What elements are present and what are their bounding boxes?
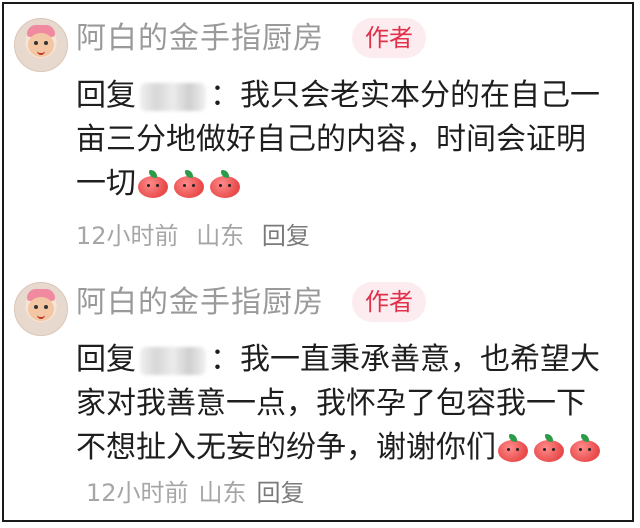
author-badge: 作者: [352, 18, 426, 58]
comment-meta: 12小时前 山东 回复: [86, 479, 315, 507]
author-badge: 作者: [352, 282, 426, 322]
comment-location: 山东: [198, 479, 247, 507]
comment-time: 12小时前: [86, 479, 189, 507]
avatar[interactable]: [14, 18, 68, 72]
comment-body: 回复 ：我只会老实本分的在自己一亩三分地做好自己的内容，时间会证明一切: [76, 74, 608, 206]
avatar[interactable]: [14, 282, 68, 336]
username[interactable]: 阿白的金手指厨房: [76, 284, 324, 322]
reply-button[interactable]: 回复: [257, 479, 305, 507]
apple-face-emoji-icon: [208, 169, 242, 200]
username[interactable]: 阿白的金手指厨房: [76, 20, 324, 58]
reply-colon: ：: [210, 342, 240, 377]
apple-face-emoji-icon: [568, 433, 602, 464]
blurred-username: [140, 346, 206, 375]
watermark-overlay: [428, 474, 628, 516]
reply-button[interactable]: 回复: [262, 222, 310, 250]
reply-prefix: 回复: [76, 78, 136, 113]
comment-time: 12小时前: [76, 222, 179, 250]
reply-prefix: 回复: [76, 342, 136, 377]
comment-location: 山东: [196, 222, 245, 250]
apple-face-emoji-icon: [172, 169, 206, 200]
reply-colon: ：: [210, 78, 240, 113]
apple-face-emoji-icon: [136, 169, 170, 200]
apple-face-emoji-icon: [496, 433, 530, 464]
screenshot-frame: 阿白的金手指厨房 作者 回复 ：我只会老实本分的在自己一亩三分地做好自己的内容，时…: [2, 2, 634, 522]
apple-face-emoji-icon: [532, 433, 566, 464]
blurred-username: [140, 82, 206, 111]
comment-meta: 12小时前 山东 回复: [76, 216, 320, 256]
